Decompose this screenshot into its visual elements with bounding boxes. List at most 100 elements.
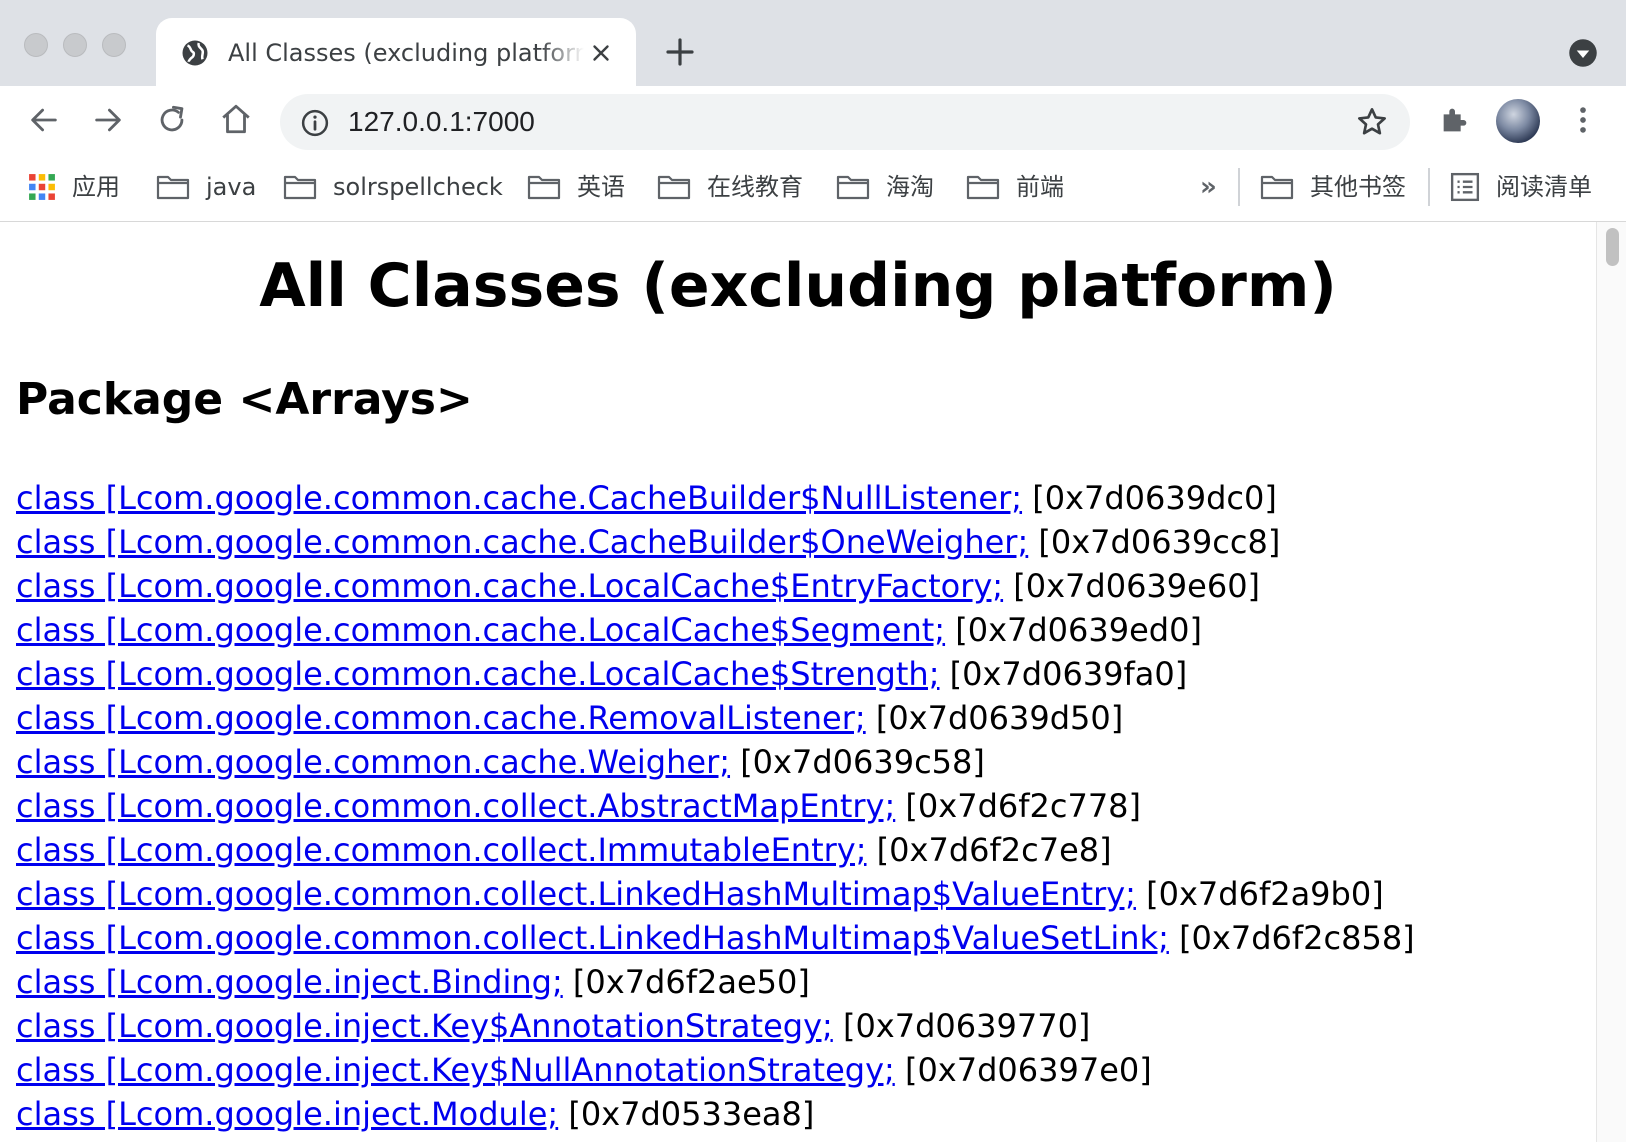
- list-item: class [Lcom.google.inject.Key$NullAnnota…: [16, 1048, 1586, 1092]
- class-link[interactable]: class [Lcom.google.common.cache.CacheBui…: [16, 523, 1028, 561]
- more-vert-icon[interactable]: [1566, 103, 1600, 137]
- list-item: class [Lcom.google.common.collect.Immuta…: [16, 828, 1586, 872]
- overflow-chevron-icon: »: [1200, 172, 1217, 202]
- reload-icon[interactable]: [155, 103, 189, 137]
- folder-icon: [527, 175, 561, 200]
- class-address: [0x7d6f2c778]: [905, 787, 1142, 825]
- folder-icon: [1260, 175, 1294, 200]
- list-item: class [Lcom.google.common.collect.Linked…: [16, 872, 1586, 916]
- active-tab[interactable]: All Classes (excluding platform): [156, 18, 636, 86]
- home-icon[interactable]: [219, 102, 253, 136]
- list-item: class [Lcom.google.common.cache.Weigher;…: [16, 740, 1586, 784]
- list-item: class [Lcom.google.inject.Module; [0x7d0…: [16, 1092, 1586, 1136]
- class-address: [0x7d6f2a9b0]: [1146, 875, 1384, 913]
- list-item: class [Lcom.google.inject.Key$Annotation…: [16, 1004, 1586, 1048]
- class-link[interactable]: class [Lcom.google.common.cache.LocalCac…: [16, 567, 1003, 605]
- class-address: [0x7d0639fa0]: [949, 655, 1188, 693]
- class-link[interactable]: class [Lcom.google.common.cache.RemovalL…: [16, 699, 866, 737]
- bookmark-label: 应用: [72, 173, 120, 201]
- bookmark-folder-frontend[interactable]: 前端: [966, 168, 1064, 206]
- class-address: [0x7d6f2ae50]: [572, 963, 810, 1001]
- reading-list-button[interactable]: 阅读清单: [1450, 168, 1592, 206]
- scrollbar-thumb[interactable]: [1606, 228, 1619, 266]
- profile-avatar[interactable]: [1496, 99, 1540, 143]
- extensions-puzzle-icon[interactable]: [1438, 103, 1472, 137]
- bookmarks-overflow-chevron[interactable]: »: [1200, 168, 1217, 206]
- list-item: class [Lcom.google.inject.Binding; [0x7d…: [16, 960, 1586, 1004]
- bookmark-folder-online-education[interactable]: 在线教育: [657, 168, 803, 206]
- bookmark-label: solrspellcheck: [333, 173, 503, 201]
- list-item: class [Lcom.google.common.cache.LocalCac…: [16, 608, 1586, 652]
- page-content: All Classes (excluding platform) Package…: [0, 222, 1596, 1142]
- list-item: class [Lcom.google.common.cache.CacheBui…: [16, 520, 1586, 564]
- class-link[interactable]: class [Lcom.google.common.cache.LocalCac…: [16, 655, 939, 693]
- class-link[interactable]: class [Lcom.google.common.cache.LocalCac…: [16, 611, 945, 649]
- window-close-button[interactable]: [24, 33, 48, 57]
- bookmark-label: java: [206, 173, 257, 201]
- address-bar[interactable]: 127.0.0.1:7000: [280, 94, 1410, 150]
- folder-icon: [657, 175, 691, 200]
- reading-list-icon: [1450, 172, 1480, 202]
- class-address: [0x7d0639ed0]: [955, 611, 1202, 649]
- list-item: class [Lcom.google.common.cache.LocalCac…: [16, 652, 1586, 696]
- class-list: class [Lcom.google.common.cache.CacheBui…: [16, 476, 1586, 1136]
- forward-arrow-icon[interactable]: [91, 103, 125, 137]
- bookmark-label: 其他书签: [1310, 173, 1406, 201]
- package-heading: Package <Arrays>: [16, 374, 473, 425]
- bookmarks-bar: 应用 java solrspellcheck 英语 在线教育 海淘 前端 » 其…: [0, 154, 1626, 222]
- class-address: [0x7d0639770]: [842, 1007, 1091, 1045]
- back-arrow-icon[interactable]: [27, 103, 61, 137]
- folder-icon: [283, 175, 317, 200]
- reading-list-label: 阅读清单: [1496, 173, 1592, 201]
- class-address: [0x7d06397e0]: [904, 1051, 1152, 1089]
- class-address: [0x7d0639c58]: [740, 743, 985, 781]
- class-link[interactable]: class [Lcom.google.inject.Module;: [16, 1095, 558, 1133]
- page-title: All Classes (excluding platform): [259, 251, 1337, 321]
- class-link[interactable]: class [Lcom.google.common.collect.Immuta…: [16, 831, 867, 869]
- class-address: [0x7d0639dc0]: [1032, 479, 1277, 517]
- bookmark-star-icon[interactable]: [1356, 106, 1388, 138]
- bookmark-folder-java[interactable]: java: [156, 168, 256, 206]
- class-address: [0x7d0639cc8]: [1038, 523, 1281, 561]
- bookmark-apps[interactable]: 应用: [28, 168, 120, 206]
- class-link[interactable]: class [Lcom.google.inject.Key$Annotation…: [16, 1007, 833, 1045]
- bookmarks-separator: [1238, 168, 1240, 206]
- class-address: [0x7d6f2c858]: [1179, 919, 1415, 957]
- list-item: class [Lcom.google.common.cache.RemovalL…: [16, 696, 1586, 740]
- class-address: [0x7d0639e60]: [1013, 567, 1261, 605]
- folder-icon: [966, 175, 1000, 200]
- bookmark-label: 海淘: [886, 173, 934, 201]
- bookmark-other-bookmarks[interactable]: 其他书签: [1260, 168, 1406, 206]
- bookmark-label: 前端: [1016, 173, 1064, 201]
- apps-grid-icon: [29, 174, 55, 200]
- bookmark-label: 英语: [577, 173, 625, 201]
- close-icon[interactable]: [588, 40, 614, 66]
- class-link[interactable]: class [Lcom.google.common.collect.Linked…: [16, 875, 1136, 913]
- class-link[interactable]: class [Lcom.google.common.collect.Abstra…: [16, 787, 895, 825]
- list-item: class [Lcom.google.common.collect.Linked…: [16, 916, 1586, 960]
- globe-icon: [182, 40, 208, 66]
- bookmark-folder-haitao[interactable]: 海淘: [836, 168, 934, 206]
- window-zoom-button[interactable]: [102, 33, 126, 57]
- class-address: [0x7d0533ea8]: [568, 1095, 815, 1133]
- class-link[interactable]: class [Lcom.google.common.cache.Weigher;: [16, 743, 730, 781]
- bookmark-folder-solrspellcheck[interactable]: solrspellcheck: [283, 168, 503, 206]
- bookmark-folder-english[interactable]: 英语: [527, 168, 625, 206]
- vertical-scrollbar[interactable]: [1596, 222, 1626, 1142]
- folder-icon: [156, 175, 190, 200]
- class-address: [0x7d0639d50]: [875, 699, 1124, 737]
- list-item: class [Lcom.google.common.cache.CacheBui…: [16, 476, 1586, 520]
- class-link[interactable]: class [Lcom.google.inject.Binding;: [16, 963, 563, 1001]
- tab-search-dropdown-icon[interactable]: [1568, 38, 1598, 68]
- url-text[interactable]: 127.0.0.1:7000: [348, 105, 535, 139]
- tab-title: All Classes (excluding platform): [228, 39, 584, 67]
- class-link[interactable]: class [Lcom.google.inject.Key$NullAnnota…: [16, 1051, 895, 1089]
- class-link[interactable]: class [Lcom.google.common.collect.Linked…: [16, 919, 1169, 957]
- toolbar: 127.0.0.1:7000: [0, 86, 1626, 154]
- bookmark-label: 在线教育: [707, 173, 803, 201]
- window-minimize-button[interactable]: [63, 33, 87, 57]
- new-tab-plus-icon[interactable]: [664, 36, 696, 68]
- folder-icon: [836, 175, 870, 200]
- site-info-icon[interactable]: [300, 108, 330, 138]
- class-link[interactable]: class [Lcom.google.common.cache.CacheBui…: [16, 479, 1022, 517]
